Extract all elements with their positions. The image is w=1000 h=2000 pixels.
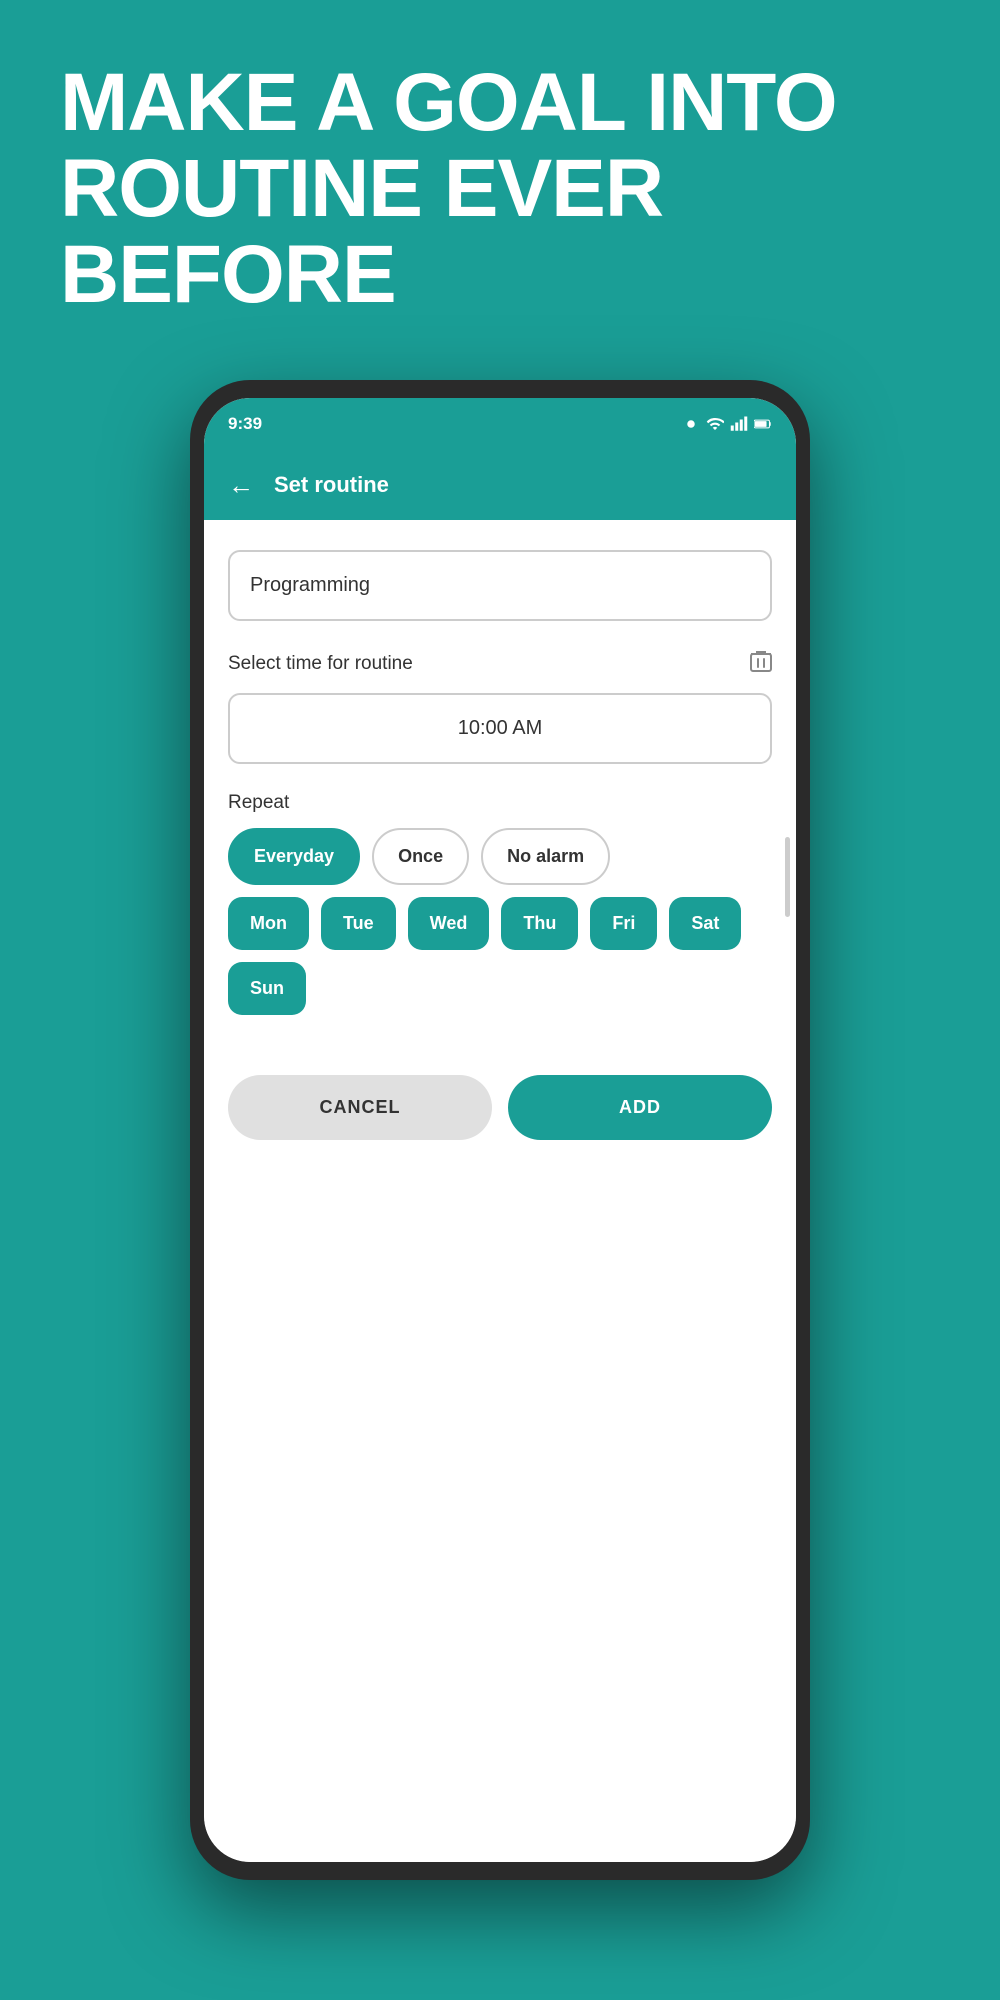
headline-line2: ROUTINE EVER BEFORE	[60, 143, 663, 320]
time-picker[interactable]: 10:00 AM	[228, 693, 772, 764]
day-tue-chip[interactable]: Tue	[321, 897, 396, 950]
headline-line1: MAKE A GOAL INTO	[60, 57, 837, 148]
time-label-text: Select time for routine	[228, 653, 413, 675]
repeat-once-chip[interactable]: Once	[372, 828, 469, 885]
day-mon-chip[interactable]: Mon	[228, 897, 309, 950]
status-bar: 9:39	[204, 398, 796, 450]
repeat-label-text: Repeat	[228, 792, 289, 814]
repeat-everyday-chip[interactable]: Everyday	[228, 828, 360, 885]
app-bar: ← Set routine	[204, 450, 796, 520]
status-icons	[682, 415, 772, 433]
cancel-button[interactable]: CANCEL	[228, 1075, 492, 1140]
repeat-options: Everyday Once No alarm	[228, 828, 772, 885]
wifi-icon	[706, 415, 724, 433]
day-wed-chip[interactable]: Wed	[408, 897, 490, 950]
day-sun-chip[interactable]: Sun	[228, 962, 306, 1015]
day-sat-chip[interactable]: Sat	[669, 897, 741, 950]
time-section-label: Select time for routine	[228, 649, 772, 679]
phone-mockup: 9:39	[190, 380, 810, 1880]
day-selector: Mon Tue Wed Thu Fri Sat Sun	[228, 897, 772, 1015]
battery-icon	[754, 415, 772, 433]
trash-icon[interactable]	[750, 649, 772, 679]
notification-icon	[682, 415, 700, 433]
action-buttons: CANCEL ADD	[228, 1075, 772, 1160]
app-bar-title: Set routine	[274, 472, 389, 498]
status-time: 9:39	[228, 414, 262, 434]
back-button[interactable]: ←	[228, 470, 254, 501]
repeat-section-label: Repeat	[228, 792, 772, 814]
scroll-indicator	[785, 837, 790, 917]
routine-name-input[interactable]	[228, 550, 772, 621]
phone-screen: 9:39	[204, 398, 796, 1862]
add-button[interactable]: ADD	[508, 1075, 772, 1140]
day-fri-chip[interactable]: Fri	[590, 897, 657, 950]
repeat-noalarm-chip[interactable]: No alarm	[481, 828, 610, 885]
signal-icon	[730, 415, 748, 433]
headline: MAKE A GOAL INTO ROUTINE EVER BEFORE	[60, 60, 940, 318]
day-thu-chip[interactable]: Thu	[501, 897, 578, 950]
content-area: Select time for routine 10:00 AM Repeat …	[204, 520, 796, 1862]
